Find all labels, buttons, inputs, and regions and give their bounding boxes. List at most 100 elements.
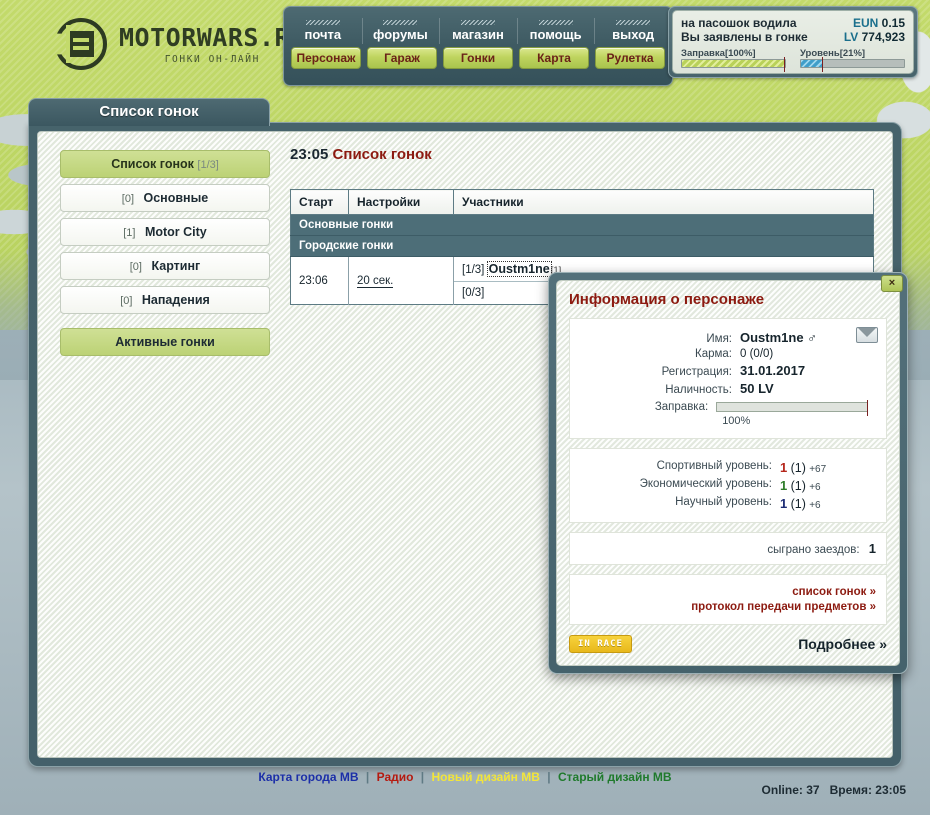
sidebar: Список гонок [1/3] [0] Основные [1] Moto… xyxy=(60,150,270,362)
nav-button-roulette[interactable]: Рулетка xyxy=(595,47,665,69)
fuel-bar-label: Заправка[100%] xyxy=(681,48,756,59)
fuel-gauge-track xyxy=(716,399,869,416)
footer-link-new-design[interactable]: Новый дизайн МВ xyxy=(432,770,540,784)
link-more-details[interactable]: Подробнее » xyxy=(798,636,887,652)
footer-link-old-design[interactable]: Старый дизайн МВ xyxy=(558,770,672,784)
player-status-panel: на пасошок водила EUN 0.15 Вы заявлены в… xyxy=(668,6,918,78)
footer-links: Карта города МВ | Радио | Новый дизайн М… xyxy=(0,770,930,784)
sidebar-item-main[interactable]: [0] Основные xyxy=(60,184,270,212)
races-played: сыграно заездов: 1 xyxy=(580,541,876,556)
dotted-bar-icon xyxy=(538,20,573,25)
participant-slots: [1/3] xyxy=(462,264,485,276)
online-count: Online: 37 xyxy=(761,783,820,797)
status-bars: Заправка[100%] Уровень[21%] xyxy=(681,48,905,72)
close-icon[interactable]: × xyxy=(881,275,903,292)
nav-button-garage[interactable]: Гараж xyxy=(367,47,437,69)
fuel-bar-track xyxy=(681,57,786,72)
footer-separator: | xyxy=(547,770,551,784)
level-bar-fill xyxy=(801,60,823,67)
envelope-icon[interactable] xyxy=(856,327,878,343)
currency-eun-value: 0.15 xyxy=(881,16,905,30)
participant-name[interactable]: Oustm1ne xyxy=(486,261,552,277)
nav-help[interactable]: помощь xyxy=(516,12,595,44)
fuel-bar-group: Заправка[100%] xyxy=(681,48,786,72)
field-value: 50 LV xyxy=(740,381,774,396)
dialog-divider xyxy=(569,523,887,532)
level-economic: Экономический уровень: 1 (1) +6 xyxy=(580,478,876,493)
character-info-dialog: × Информация о персонаже Имя: Oustm1ne ♂… xyxy=(548,272,908,674)
participant-slots: [0/3] xyxy=(462,287,485,299)
nav-forums[interactable]: форумы xyxy=(361,12,440,44)
fuel-bar-fill xyxy=(682,60,785,67)
table-header-row: Старт Настройки Участники xyxy=(290,189,874,215)
nav-mail-label: почта xyxy=(304,27,342,42)
nav-logout[interactable]: выход xyxy=(594,12,672,44)
status-line-2: Вы заявлены в гонке LV 774,923 xyxy=(681,30,905,44)
level-bar-group: Уровень[21%] xyxy=(800,48,905,72)
field-label: Наличность: xyxy=(665,384,732,396)
dotted-bar-icon xyxy=(383,20,418,25)
level-value: 1 xyxy=(780,460,788,475)
status-message-2: Вы заявлены в гонке xyxy=(681,30,808,44)
column-header-participants: Участники xyxy=(453,189,874,215)
dialog-title: Информация о персонаже xyxy=(569,291,765,308)
level-label: Спортивный уровень: xyxy=(656,460,772,472)
footer-link-radio[interactable]: Радио xyxy=(377,770,414,784)
field-label: Имя: xyxy=(706,333,732,345)
races-played-value: 1 xyxy=(868,541,876,556)
field-label: Карма: xyxy=(695,348,732,360)
site-header: MOTORWARS.RU ГОНКИ ОН-ЛАЙН почта форумы … xyxy=(0,0,930,92)
currency-eun-label: EUN xyxy=(852,16,879,30)
dotted-bar-icon xyxy=(460,20,495,25)
dialog-links-box: список гонок » протокол передачи предмет… xyxy=(569,574,887,625)
nav-shop[interactable]: магазин xyxy=(439,12,517,44)
dotted-bar-icon xyxy=(616,20,651,25)
footer-link-city-map[interactable]: Карта города МВ xyxy=(258,770,358,784)
field-fuel: Заправка: 100% xyxy=(580,399,876,427)
sidebar-item-label: Картинг xyxy=(151,259,201,273)
field-label: Регистрация: xyxy=(661,366,732,378)
page-title-text: Список гонок xyxy=(332,146,432,163)
field-karma: Карма: 0 (0/0) xyxy=(580,348,876,360)
fuel-gauge-text: 100% xyxy=(722,415,751,427)
column-header-settings: Настройки xyxy=(348,189,454,215)
link-item-transfer-log[interactable]: протокол передачи предметов » xyxy=(580,601,876,613)
field-registration: Регистрация: 31.01.2017 xyxy=(580,363,876,378)
field-value: 31.01.2017 xyxy=(740,363,806,378)
race-settings-link[interactable]: 20 сек. xyxy=(357,274,394,288)
column-header-start: Старт xyxy=(290,189,349,215)
sidebar-item-label: Нападения xyxy=(141,293,210,307)
sidebar-item-attacks[interactable]: [0] Нападения xyxy=(60,286,270,314)
sidebar-item-motor-city[interactable]: [1] Motor City xyxy=(60,218,270,246)
nav-logout-label: выход xyxy=(612,27,655,42)
nav-mail[interactable]: почта xyxy=(284,12,362,42)
nav-button-races[interactable]: Гонки xyxy=(443,47,513,69)
sidebar-item-karting[interactable]: [0] Картинг xyxy=(60,252,270,280)
level-bonus: +6 xyxy=(809,482,821,493)
fuel-gauge-marker xyxy=(867,399,869,416)
sidebar-item-count: [1/3] xyxy=(197,159,219,171)
sidebar-item-race-list[interactable]: Список гонок [1/3] xyxy=(60,150,270,178)
level-paren: (1) xyxy=(790,497,806,511)
nav-button-character[interactable]: Персонаж xyxy=(291,47,361,69)
level-label: Экономический уровень: xyxy=(639,478,772,490)
site-logo[interactable]: MOTORWARS.RU ГОНКИ ОН-ЛАЙН xyxy=(55,18,306,70)
footer-separator: | xyxy=(365,770,370,784)
currency-lv-value: 774,923 xyxy=(861,30,905,44)
level-scientific: Научный уровень: 1 (1) +6 xyxy=(580,496,876,511)
field-name: Имя: Oustm1ne ♂ xyxy=(580,330,876,345)
nav-help-label: помощь xyxy=(529,27,582,42)
panel-tab-race-list[interactable]: Список гонок xyxy=(28,98,270,126)
status-badge-in-race: IN RACE xyxy=(569,635,632,653)
top-nav-row: почта форумы магазин помощь выход xyxy=(284,7,672,47)
link-race-list[interactable]: список гонок » xyxy=(580,586,876,598)
group-label: Основные гонки xyxy=(290,214,874,236)
sidebar-item-label: Список гонок xyxy=(111,157,194,171)
nav-shop-label: магазин xyxy=(452,27,504,42)
level-value: 1 xyxy=(780,496,788,511)
level-bar-marker xyxy=(821,57,823,72)
server-time: Время: 23:05 xyxy=(829,783,906,797)
nav-button-map[interactable]: Карта xyxy=(519,47,589,69)
level-paren: (1) xyxy=(790,479,806,493)
sidebar-button-active-races[interactable]: Активные гонки xyxy=(60,328,270,356)
